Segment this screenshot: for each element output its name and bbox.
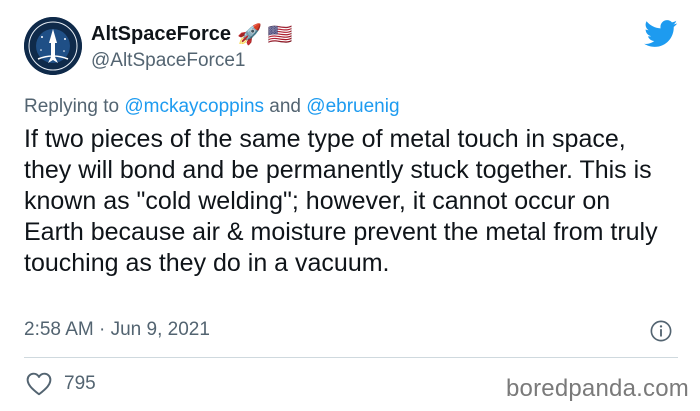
mention-link-mckaycoppins[interactable]: @mckaycoppins [124, 96, 264, 117]
author-handle[interactable]: @AltSpaceForce1 [91, 50, 245, 72]
twitter-bird-icon[interactable] [644, 20, 678, 48]
rocket-flag-emoji: 🚀 🇺🇸 [237, 24, 293, 46]
heart-icon [26, 372, 52, 396]
space-force-logo-icon [24, 17, 82, 75]
watermark: boredpanda.com [506, 375, 689, 402]
author-display-name[interactable]: AltSpaceForce 🚀 🇺🇸 [91, 22, 292, 47]
tweet-text: If two pieces of the same type of metal … [24, 125, 658, 277]
tweet-card: AltSpaceForce 🚀 🇺🇸 @AltSpaceForce1 Reply… [0, 0, 700, 411]
like-button[interactable]: 795 [26, 372, 96, 396]
replying-joiner: and [264, 96, 307, 117]
replying-prefix: Replying to [24, 96, 125, 117]
info-icon[interactable] [650, 320, 672, 342]
like-count: 795 [64, 373, 96, 394]
replying-to-line: Replying to @mckaycoppins and @ebruenig [24, 96, 400, 118]
tweet-timestamp[interactable]: 2:58 AM · Jun 9, 2021 [24, 319, 210, 341]
avatar[interactable] [24, 17, 82, 75]
mention-link-ebruenig[interactable]: @ebruenig [306, 96, 399, 117]
display-name-text: AltSpaceForce [91, 23, 232, 45]
divider [24, 357, 678, 358]
